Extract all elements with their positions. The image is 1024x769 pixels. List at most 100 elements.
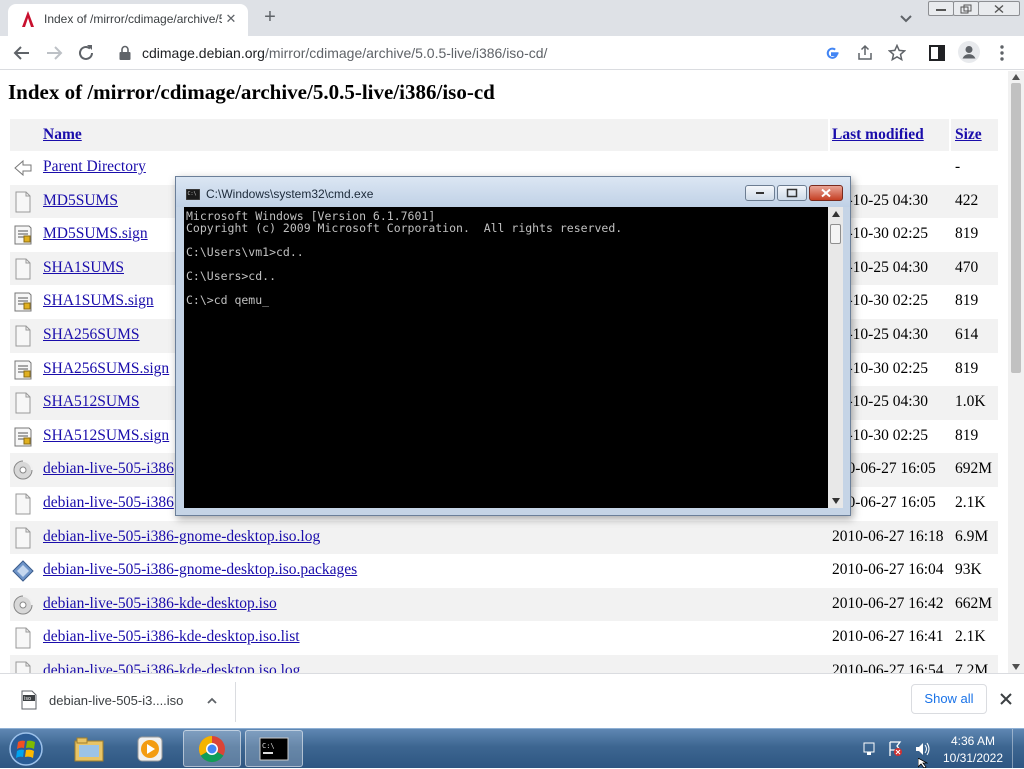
window-minimize-button[interactable] (928, 1, 954, 16)
file-link[interactable]: SHA1SUMS.sign (43, 292, 154, 310)
folder-icon (74, 737, 104, 761)
side-panel-icon[interactable] (928, 44, 946, 62)
cmd-console[interactable]: Microsoft Windows [Version 6.1.7601] Copy… (184, 207, 828, 508)
bookmark-star-icon[interactable] (888, 44, 906, 62)
taskbar-explorer-button[interactable] (60, 730, 118, 767)
scroll-up-arrow-icon[interactable] (1012, 74, 1020, 80)
console-line: C:\Users\vm1>cd.. (186, 245, 304, 259)
system-tray-icons[interactable] (862, 739, 936, 759)
taskbar-cmd-button[interactable]: C:\ (245, 730, 303, 767)
file-link[interactable]: MD5SUMS (43, 192, 118, 210)
size-cell: 819 (955, 359, 979, 377)
column-header-size[interactable]: Size (955, 126, 982, 144)
cmd-titlebar[interactable]: C:\ C:\Windows\system32\cmd.exe (176, 177, 850, 207)
taskbar-chrome-button[interactable] (183, 730, 241, 767)
svg-text:C:\: C:\ (188, 191, 197, 197)
page-scrollbar[interactable] (1008, 71, 1024, 673)
cmd-minimize-button[interactable] (745, 185, 775, 201)
clock-time[interactable]: 4:36 AM (940, 734, 1006, 748)
file-link[interactable]: debian-live-505-i386 (43, 494, 174, 512)
size-cell: - (955, 158, 961, 175)
debian-favicon-icon (22, 11, 34, 27)
file-link[interactable]: debian-live-505-i386-gnome-desktop.iso.l… (43, 528, 320, 546)
file-link[interactable]: debian-live-505-i386-kde-desktop.iso (43, 595, 277, 613)
file-link[interactable]: SHA512SUMS.sign (43, 427, 169, 445)
size-cell: 1.0K (955, 393, 986, 411)
size-cell: 470 (955, 258, 979, 276)
text-file-icon (12, 661, 34, 673)
network-icon[interactable] (863, 742, 875, 755)
show-desktop-button[interactable] (1012, 729, 1024, 769)
console-line: C:\>cd qemu_ (186, 293, 270, 307)
text-file-icon (12, 392, 34, 414)
file-link[interactable]: debian-live-505-i386-gnome-desktop.iso.p… (43, 561, 357, 579)
cmd-close-button[interactable] (809, 185, 843, 201)
tab-strip: Index of /mirror/cdimage/archive/5.0.5-l… (0, 0, 1024, 36)
scroll-down-arrow-icon[interactable] (1012, 664, 1020, 670)
last-modified-cell: 2010-06-27 16:18 (832, 527, 944, 545)
header-divider (949, 119, 951, 151)
file-link[interactable]: debian-live-505-i386-kde-desktop.iso.log (43, 662, 300, 673)
restore-icon (960, 4, 972, 13)
column-header-modified[interactable]: Last modified (832, 126, 924, 144)
file-link[interactable]: debian-live-505-i386-kde-desktop.iso.lis… (43, 628, 300, 646)
new-tab-button[interactable]: + (258, 6, 282, 30)
file-link[interactable]: MD5SUMS.sign (43, 225, 148, 243)
google-lens-icon[interactable] (824, 45, 840, 61)
column-header-name[interactable]: Name (43, 126, 82, 144)
cmd-window[interactable]: C:\ C:\Windows\system32\cmd.exe Microsof… (175, 176, 851, 516)
cmd-maximize-button[interactable] (777, 185, 807, 201)
download-item[interactable]: iso debian-live-505-i3....iso (12, 682, 236, 722)
reload-icon[interactable] (74, 41, 98, 65)
file-link[interactable]: SHA512SUMS (43, 393, 139, 411)
taskbar-media-player-button[interactable] (121, 730, 179, 767)
size-cell: 7.2M (955, 661, 989, 673)
window-close-button[interactable] (978, 1, 1020, 16)
scrollbar-thumb[interactable] (1011, 83, 1021, 373)
file-link[interactable]: SHA256SUMS.sign (43, 360, 169, 378)
minimize-icon (936, 8, 946, 11)
table-header: Name Last modified Size (10, 119, 998, 151)
table-row: debian-live-505-i386-kde-desktop.iso.lis… (10, 621, 998, 655)
signature-file-icon (12, 291, 34, 313)
size-cell: 819 (955, 426, 979, 444)
download-file-name: debian-live-505-i3....iso (49, 693, 184, 708)
forward-arrow-icon[interactable] (42, 41, 66, 65)
file-link[interactable]: Parent Directory (43, 158, 146, 176)
scroll-up-arrow-icon[interactable] (832, 211, 840, 217)
tab-close-icon[interactable]: ✕ (222, 10, 240, 28)
disc-image-icon (12, 594, 34, 616)
text-file-icon (12, 627, 34, 649)
browser-tab[interactable]: Index of /mirror/cdimage/archive/5.0.5-l… (8, 4, 248, 36)
back-arrow-icon (12, 157, 34, 179)
text-file-icon (12, 191, 34, 213)
back-arrow-icon[interactable] (10, 41, 34, 65)
file-link[interactable]: debian-live-505-i386 (43, 460, 174, 478)
taskbar: C:\ 4:36 AM 10/31/2022 (0, 728, 1024, 769)
cmd-scrollbar-thumb[interactable] (830, 224, 841, 244)
volume-icon[interactable] (916, 742, 930, 756)
window-restore-button[interactable] (953, 1, 979, 16)
cmd-scrollbar[interactable] (828, 207, 843, 508)
close-icon[interactable] (999, 692, 1013, 706)
close-icon (994, 4, 1004, 13)
address-bar[interactable]: cdimage.debian.org/mirror/cdimage/archiv… (106, 38, 918, 68)
file-link[interactable]: SHA256SUMS (43, 326, 139, 344)
tab-search-chevron-icon[interactable] (894, 6, 918, 30)
scroll-down-arrow-icon[interactable] (832, 498, 840, 504)
url-text[interactable]: cdimage.debian.org/mirror/cdimage/archiv… (142, 45, 547, 61)
download-bar: iso debian-live-505-i3....iso Show all (0, 673, 1024, 728)
console-output: Microsoft Windows [Version 6.1.7601] Copy… (186, 210, 622, 306)
windows-start-icon[interactable] (6, 731, 46, 767)
browser-toolbar: cdimage.debian.org/mirror/cdimage/archiv… (0, 36, 1024, 70)
chevron-up-icon[interactable] (206, 695, 218, 707)
share-icon[interactable] (856, 44, 874, 62)
clock-date[interactable]: 10/31/2022 (940, 751, 1006, 765)
profile-avatar-icon[interactable] (958, 41, 980, 63)
file-link[interactable]: SHA1SUMS (43, 259, 124, 277)
lock-icon[interactable] (118, 45, 132, 61)
kebab-menu-icon[interactable] (994, 43, 1010, 63)
show-all-downloads-button[interactable]: Show all (911, 684, 987, 714)
media-player-icon (137, 736, 163, 761)
action-center-flag-icon[interactable] (889, 741, 902, 756)
